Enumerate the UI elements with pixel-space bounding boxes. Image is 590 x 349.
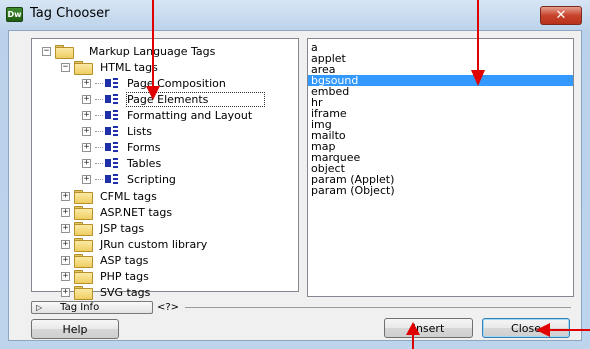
tree-item-asp-tags[interactable]: + ASP tags [61, 252, 148, 268]
list-item[interactable]: iframe [308, 108, 573, 119]
tree-item-label: HTML tags [100, 60, 158, 74]
tree-item-formatting-and-layout[interactable]: + Formatting and Layout [82, 107, 252, 123]
tree-item-asp-net-tags[interactable]: + ASP.NET tags [61, 204, 172, 220]
tag-group-icon [105, 142, 119, 152]
folder-icon [74, 189, 93, 204]
tag-code-icon: <?> [157, 301, 180, 313]
list-item[interactable]: marquee [308, 152, 573, 163]
tree-item-label: SVG tags [100, 285, 151, 299]
tree-item-label: Page Elements [125, 91, 266, 107]
tree-item-label: JSP tags [100, 221, 145, 235]
expand-icon[interactable]: + [82, 78, 91, 88]
list-item[interactable]: img [308, 119, 573, 130]
tree-item-label: Markup Language Tags [89, 44, 216, 58]
folder-open-icon [74, 60, 93, 75]
tree-item-label: ASP tags [100, 253, 149, 267]
tree-item-lists[interactable]: + Lists [82, 123, 152, 139]
tree-item-label: ASP.NET tags [100, 205, 173, 219]
folder-icon [74, 253, 93, 268]
tree-item-page-elements[interactable]: + Page Elements [82, 91, 266, 107]
list-item[interactable]: hr [308, 97, 573, 108]
tree-item-html-tags[interactable]: − HTML tags [61, 59, 158, 75]
tree-item-label: Scripting [127, 172, 176, 186]
tree-item-label: Formatting and Layout [127, 108, 253, 122]
window-title: Tag Chooser [30, 6, 110, 21]
tag-list[interactable]: a applet area bgsound embed hr iframe im… [307, 38, 574, 297]
expand-icon[interactable]: + [61, 287, 70, 297]
tree-item-markup-language-tags[interactable]: − Markup Language Tags [42, 43, 215, 59]
title-bar[interactable]: Dw Tag Chooser ✕ [0, 0, 590, 30]
folder-icon [74, 205, 93, 220]
list-item[interactable]: embed [308, 86, 573, 97]
tree-item-label: Forms [127, 140, 161, 154]
tree-item-tables[interactable]: + Tables [82, 155, 161, 171]
help-button[interactable]: Help [31, 319, 119, 339]
insert-button[interactable]: Insert [384, 318, 473, 338]
tag-group-icon [105, 158, 119, 168]
tag-group-icon [105, 174, 119, 184]
tree-item-label: Lists [127, 124, 152, 138]
divider [185, 306, 571, 308]
close-window-button[interactable]: ✕ [540, 6, 582, 25]
folder-icon [74, 269, 93, 284]
tag-group-icon [105, 78, 119, 88]
tree-item-jrun-custom-library[interactable]: + JRun custom library [61, 236, 207, 252]
expand-icon[interactable]: + [82, 142, 91, 152]
tree-item-label: Page Composition [127, 76, 226, 90]
tree-item-forms[interactable]: + Forms [82, 139, 160, 155]
expand-icon[interactable]: + [61, 239, 70, 249]
tag-chooser-dialog: Dw Tag Chooser ✕ − Markup Language Tags … [0, 0, 590, 349]
expand-icon[interactable]: + [61, 255, 70, 265]
folder-icon [74, 221, 93, 236]
expand-icon[interactable]: + [82, 126, 91, 136]
dreamweaver-app-icon: Dw [6, 7, 23, 22]
expand-icon[interactable]: + [61, 207, 70, 217]
tree-item-page-composition[interactable]: + Page Composition [82, 75, 226, 91]
tree-item-scripting[interactable]: + Scripting [82, 171, 176, 187]
tree-item-svg-tags[interactable]: + SVG tags [61, 284, 150, 300]
close-icon: ✕ [555, 8, 567, 23]
tag-group-icon [105, 126, 119, 136]
expand-icon[interactable]: + [82, 158, 91, 168]
expand-icon[interactable]: + [61, 271, 70, 281]
expand-icon[interactable]: + [82, 110, 91, 120]
expand-arrow-icon: ▷ [36, 302, 43, 312]
tag-category-tree[interactable]: − Markup Language Tags − HTML tags + Pag… [31, 38, 299, 300]
tag-info-bar: ▷ Tag Info <?> [31, 300, 571, 314]
tree-item-cfml-tags[interactable]: + CFML tags [61, 188, 157, 204]
list-item[interactable]: applet [308, 53, 573, 64]
folder-icon [74, 285, 93, 300]
tag-group-icon [105, 94, 119, 104]
tree-item-jsp-tags[interactable]: + JSP tags [61, 220, 144, 236]
folder-open-icon [55, 44, 74, 59]
collapse-icon[interactable]: − [61, 62, 70, 72]
close-button[interactable]: Close [482, 318, 570, 338]
list-item[interactable]: param (Object) [308, 185, 573, 196]
list-item[interactable]: a [308, 42, 573, 53]
expand-icon[interactable]: + [82, 174, 91, 184]
tree-item-label: Tables [127, 156, 162, 170]
expand-icon[interactable]: + [61, 191, 70, 201]
tree-item-label: PHP tags [100, 269, 149, 283]
tag-info-label: Tag Info [60, 301, 100, 313]
tag-group-icon [105, 110, 119, 120]
tree-item-label: CFML tags [100, 189, 157, 203]
folder-icon [74, 237, 93, 252]
list-item[interactable]: mailto [308, 130, 573, 141]
collapse-icon[interactable]: − [42, 46, 51, 56]
tree-item-label: JRun custom library [100, 237, 208, 251]
expand-icon[interactable]: + [61, 223, 70, 233]
expand-icon[interactable]: + [82, 94, 91, 104]
tree-item-php-tags[interactable]: + PHP tags [61, 268, 149, 284]
tag-info-toggle-button[interactable]: ▷ Tag Info [31, 300, 153, 314]
